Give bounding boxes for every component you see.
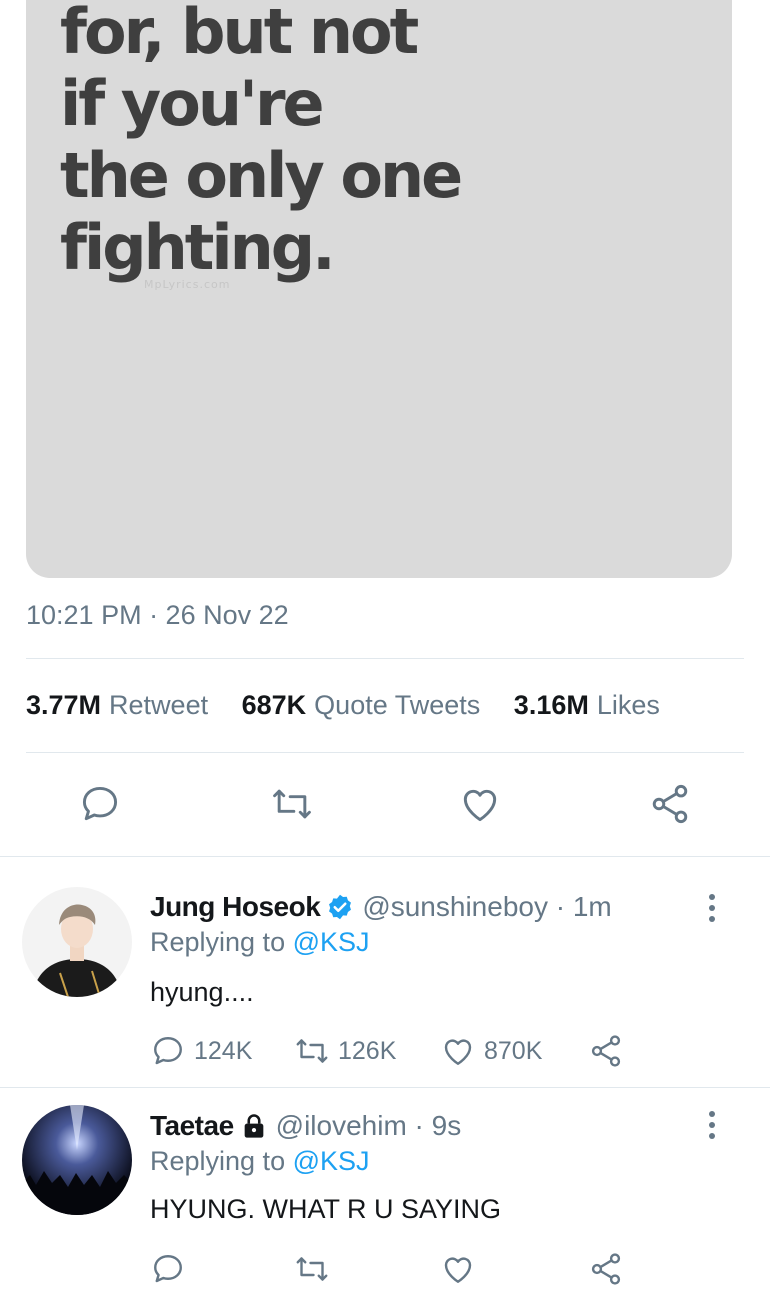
more-options-button[interactable] (700, 1108, 724, 1144)
retweet-button[interactable]: 126K (294, 1033, 396, 1069)
retweet-button[interactable] (270, 782, 314, 826)
share-icon (652, 784, 688, 824)
retweet-count: 126K (338, 1036, 397, 1065)
retweet-icon (273, 789, 311, 819)
reply-text: hyung.... (150, 977, 254, 1007)
author-name[interactable]: Jung Hoseok (150, 891, 321, 923)
retweet-button[interactable] (294, 1251, 338, 1287)
more-vertical-icon (709, 894, 715, 922)
reply-icon (154, 1255, 182, 1283)
like-count: 870K (484, 1036, 543, 1065)
tweet-image[interactable]: for, but not if you're the only one figh… (26, 0, 732, 578)
share-button[interactable] (648, 782, 692, 826)
author-handle[interactable]: @sunshineboy · 1m (362, 891, 611, 923)
avatar[interactable] (22, 1105, 132, 1215)
reply-button[interactable] (78, 782, 122, 826)
likes-stat[interactable]: 3.16M Likes (514, 690, 660, 720)
more-options-button[interactable] (700, 891, 724, 927)
tweet-stats: 3.77M Retweet 687K Quote Tweets 3.16M Likes (26, 690, 686, 721)
likes-stat-label: Likes (596, 690, 660, 720)
like-button[interactable] (458, 782, 502, 826)
share-icon (591, 1035, 621, 1067)
reply-icon (82, 786, 118, 821)
reply-icon (154, 1037, 182, 1065)
more-vertical-icon (709, 1111, 715, 1139)
divider (26, 752, 744, 753)
reply-button[interactable]: 124K (150, 1033, 252, 1069)
mention-link[interactable]: @KSJ (293, 1146, 370, 1176)
author-name[interactable]: Taetae (150, 1110, 234, 1142)
tweet-timestamp: 10:21 PM · 26 Nov 22 (26, 600, 289, 630)
verified-badge-icon (326, 893, 354, 921)
divider (26, 658, 744, 659)
reply-actions: 124K 126K 870K (150, 1033, 650, 1073)
avatar[interactable] (22, 887, 132, 997)
like-button[interactable] (440, 1251, 484, 1287)
image-watermark: MpLyrics.com (144, 278, 231, 291)
reply-tweet[interactable]: Jung Hoseok @sunshineboy · 1m Replying t… (0, 857, 770, 1087)
reply-text: HYUNG. WHAT R U SAYING (150, 1194, 502, 1224)
replying-to-prefix: Replying to (150, 1146, 286, 1176)
replying-to-prefix: Replying to (150, 927, 286, 957)
mention-link[interactable]: @KSJ (293, 927, 370, 957)
reply-author: Jung Hoseok @sunshineboy · 1m (150, 891, 612, 923)
retweet-icon (296, 1039, 328, 1063)
retweet-stat[interactable]: 3.77M Retweet (26, 690, 208, 720)
retweet-stat-label: Retweet (109, 690, 209, 720)
heart-icon (444, 1257, 472, 1283)
reply-button[interactable] (150, 1251, 194, 1287)
replying-to: Replying to @KSJ (150, 927, 370, 958)
author-handle[interactable]: @ilovehim · 9s (276, 1110, 462, 1142)
share-button[interactable] (588, 1251, 632, 1287)
share-button[interactable] (588, 1033, 632, 1069)
retweet-count: 3.77M (26, 690, 102, 720)
reply-author: Taetae @ilovehim · 9s (150, 1110, 461, 1142)
retweet-icon (296, 1257, 328, 1281)
likes-count: 3.16M (513, 690, 589, 720)
quote-tweets-stat-label: Quote Tweets (314, 690, 481, 720)
reply-tweet[interactable]: Taetae @ilovehim · 9s Replying to @KSJ H… (0, 1088, 770, 1305)
reply-actions (150, 1251, 650, 1291)
image-quote-text: for, but not if you're the only one figh… (60, 0, 463, 284)
reply-count: 124K (194, 1036, 253, 1065)
replying-to: Replying to @KSJ (150, 1146, 370, 1177)
lock-icon (240, 1112, 268, 1140)
share-icon (591, 1253, 621, 1285)
quote-tweets-stat[interactable]: 687K Quote Tweets (242, 690, 481, 720)
like-button[interactable]: 870K (440, 1033, 542, 1069)
quote-tweets-count: 687K (241, 690, 307, 720)
heart-icon (444, 1039, 472, 1065)
heart-icon (463, 789, 497, 822)
